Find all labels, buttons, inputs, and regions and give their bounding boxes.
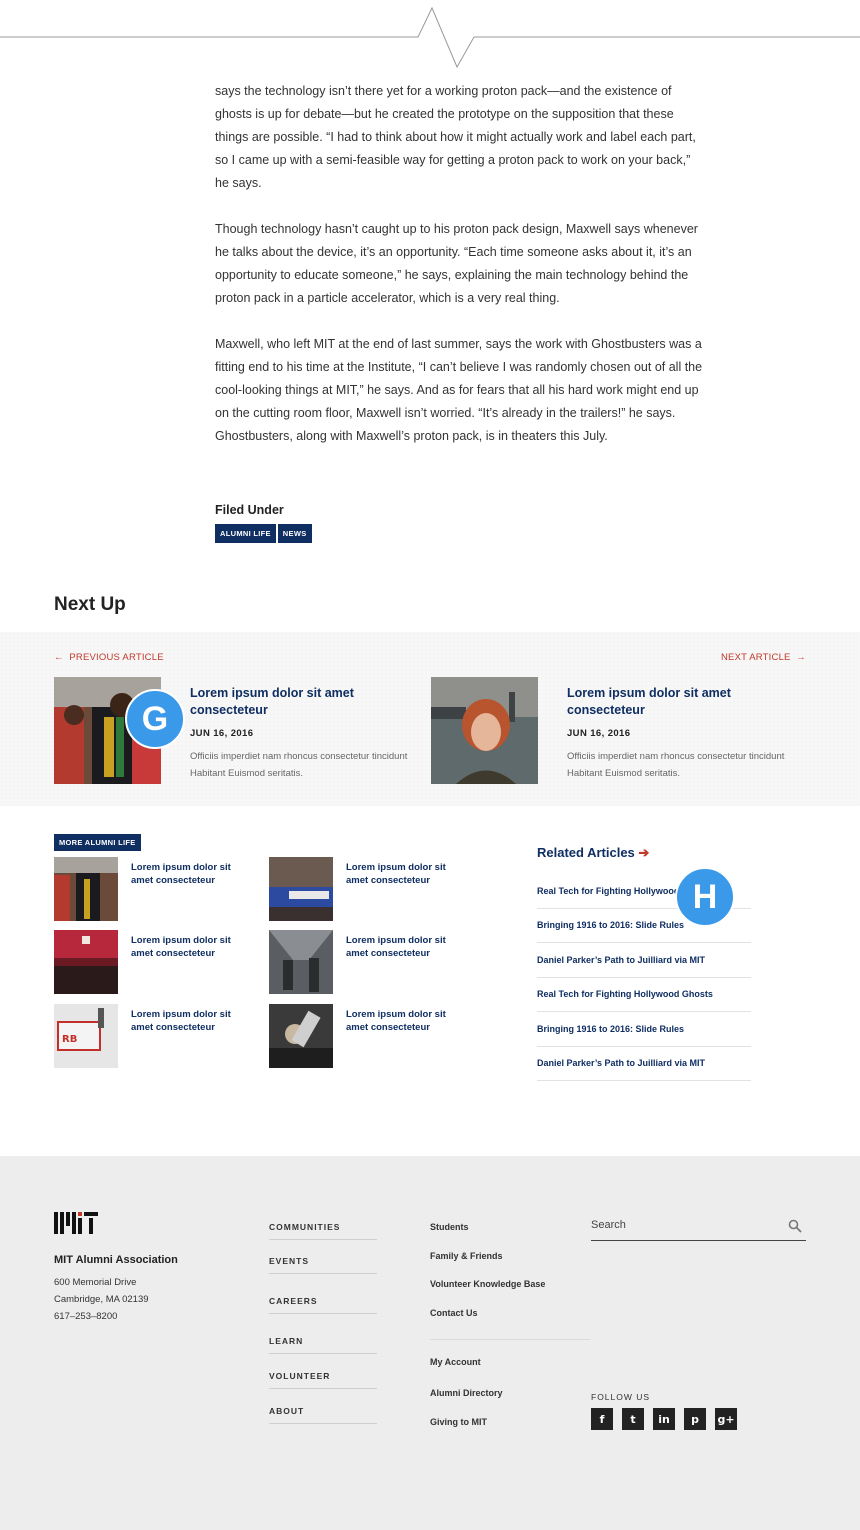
card-date: JUN 16, 2016: [190, 728, 254, 739]
footer-link-family[interactable]: Family & Friends: [430, 1251, 503, 1261]
footer-nav-volunteer[interactable]: VOLUNTEER: [269, 1371, 377, 1389]
article-paragraph: Maxwell, who left MIT at the end of last…: [215, 337, 703, 443]
related-article-link[interactable]: Real Tech for Fighting Hollywood Ghosts: [537, 978, 751, 1012]
footer-link-contact[interactable]: Contact Us: [430, 1308, 478, 1318]
more-item-title: Lorem ipsum dolor sit amet consecteteur: [131, 1009, 231, 1033]
footer-link-students[interactable]: Students: [430, 1222, 469, 1232]
twitter-icon[interactable]: t: [622, 1408, 644, 1430]
social-links: f t in p g+: [591, 1408, 737, 1430]
thumbnail-graduation: [54, 857, 118, 921]
related-articles-heading[interactable]: Related Articles ➔: [537, 845, 649, 861]
footer-link-my-account[interactable]: My Account: [430, 1357, 481, 1367]
arrow-right-icon: →: [796, 652, 806, 663]
article-paragraph: says the technology isn’t there yet for …: [215, 84, 696, 190]
org-name: MIT Alumni Association: [54, 1254, 178, 1266]
more-item-title: Lorem ipsum dolor sit amet consecteteur: [346, 1009, 446, 1033]
address-line: 600 Memorial Drive: [54, 1277, 137, 1288]
card-description: Officiis imperdiet nam rhoncus consectet…: [190, 751, 408, 779]
previous-article-link[interactable]: ← PREVIOUS ARTICLE: [54, 652, 164, 663]
annotation-badge-h: H: [675, 867, 735, 927]
address: 600 Memorial Drive Cambridge, MA 02139 6…: [54, 1274, 149, 1325]
more-item-title: Lorem ipsum dolor sit amet consecteteur: [346, 862, 446, 886]
footer-divider: [430, 1339, 590, 1340]
related-article-link[interactable]: Daniel Parker’s Path to Juilliard via MI…: [537, 943, 751, 978]
pinterest-icon[interactable]: p: [684, 1408, 706, 1430]
card-description: Officiis imperdiet nam rhoncus consectet…: [567, 751, 785, 779]
more-item-title: Lorem ipsum dolor sit amet consecteteur: [131, 862, 231, 886]
article-body: says the technology isn’t there yet for …: [215, 80, 705, 471]
footer-link-alumni-directory[interactable]: Alumni Directory: [430, 1388, 503, 1398]
search-icon[interactable]: [788, 1219, 802, 1233]
mit-logo[interactable]: [54, 1212, 98, 1234]
more-item[interactable]: Lorem ipsum dolor sit amet consecteteur: [269, 857, 469, 921]
footer-nav-about[interactable]: ABOUT: [269, 1406, 377, 1424]
tag-alumni-life[interactable]: ALUMNI LIFE: [215, 524, 276, 543]
next-article-label: NEXT ARTICLE: [720, 652, 791, 663]
footer-link-knowledge-base[interactable]: Volunteer Knowledge Base: [430, 1279, 545, 1289]
thumbnail-telescope: [269, 1004, 333, 1068]
site-footer: MIT Alumni Association 600 Memorial Driv…: [0, 1156, 860, 1530]
next-article-link[interactable]: NEXT ARTICLE →: [721, 652, 806, 663]
linkedin-icon[interactable]: in: [653, 1408, 675, 1430]
tag-list: ALUMNI LIFE NEWS: [215, 524, 312, 543]
address-line: Cambridge, MA 02139: [54, 1294, 149, 1305]
more-item[interactable]: Lorem ipsum dolor sit amet consecteteur: [54, 930, 254, 994]
next-article-card[interactable]: Lorem ipsum dolor sit amet consecteteur …: [431, 677, 791, 785]
annotation-badge-g: G: [125, 689, 185, 749]
article-paragraph: Though technology hasn’t caught up to hi…: [215, 222, 698, 305]
footer-nav-communities[interactable]: COMMUNITIES: [269, 1222, 377, 1240]
footer-nav-events[interactable]: EVENTS: [269, 1256, 377, 1274]
related-articles-label: Related Articles: [537, 845, 635, 860]
next-up-heading: Next Up: [54, 594, 126, 615]
tag-news[interactable]: NEWS: [277, 524, 312, 543]
thumbnail-redbull: RB: [54, 1004, 118, 1068]
phone-number: 617–253–8200: [54, 1311, 118, 1322]
previous-article-card[interactable]: Lorem ipsum dolor sit amet consecteteur …: [54, 677, 414, 785]
footer-nav-careers[interactable]: CAREERS: [269, 1296, 377, 1314]
follow-us-label: FOLLOW US: [591, 1392, 651, 1402]
thumbnail-hallway: [269, 930, 333, 994]
more-item-title: Lorem ipsum dolor sit amet consecteteur: [346, 935, 446, 959]
svg-text:RB: RB: [62, 1034, 77, 1045]
card-title[interactable]: Lorem ipsum dolor sit amet consecteteur: [190, 685, 400, 719]
search-input[interactable]: Search: [591, 1217, 806, 1241]
heartbeat-divider: [0, 6, 860, 69]
portrait-photo: [431, 677, 538, 784]
arrow-right-icon: ➔: [638, 845, 650, 860]
google-plus-icon[interactable]: g+: [715, 1408, 737, 1430]
footer-link-giving[interactable]: Giving to MIT: [430, 1417, 487, 1427]
card-date: JUN 16, 2016: [567, 728, 631, 739]
footer-nav-learn[interactable]: LEARN: [269, 1336, 377, 1354]
more-item-title: Lorem ipsum dolor sit amet consecteteur: [131, 935, 231, 959]
more-item[interactable]: RB Lorem ipsum dolor sit amet consectete…: [54, 1004, 254, 1068]
related-article-link[interactable]: Bringing 1916 to 2016: Slide Rules: [537, 1012, 751, 1047]
arrow-left-icon: ←: [54, 652, 64, 663]
card-title[interactable]: Lorem ipsum dolor sit amet consecteteur: [567, 685, 777, 719]
search-placeholder: Search: [591, 1219, 626, 1231]
more-alumni-life-label[interactable]: MORE ALUMNI LIFE: [54, 834, 141, 851]
previous-article-label: PREVIOUS ARTICLE: [69, 652, 164, 663]
thumbnail-auditorium: [54, 930, 118, 994]
filed-under: Filed Under ALUMNI LIFE NEWS: [215, 503, 312, 543]
more-item[interactable]: Lorem ipsum dolor sit amet consecteteur: [269, 930, 469, 994]
more-item[interactable]: Lorem ipsum dolor sit amet consecteteur: [54, 857, 254, 921]
more-item[interactable]: Lorem ipsum dolor sit amet consecteteur: [269, 1004, 469, 1068]
thumbnail-crowd: [269, 857, 333, 921]
related-article-link[interactable]: Daniel Parker’s Path to Juilliard via MI…: [537, 1047, 751, 1081]
filed-under-heading: Filed Under: [215, 503, 284, 517]
facebook-icon[interactable]: f: [591, 1408, 613, 1430]
